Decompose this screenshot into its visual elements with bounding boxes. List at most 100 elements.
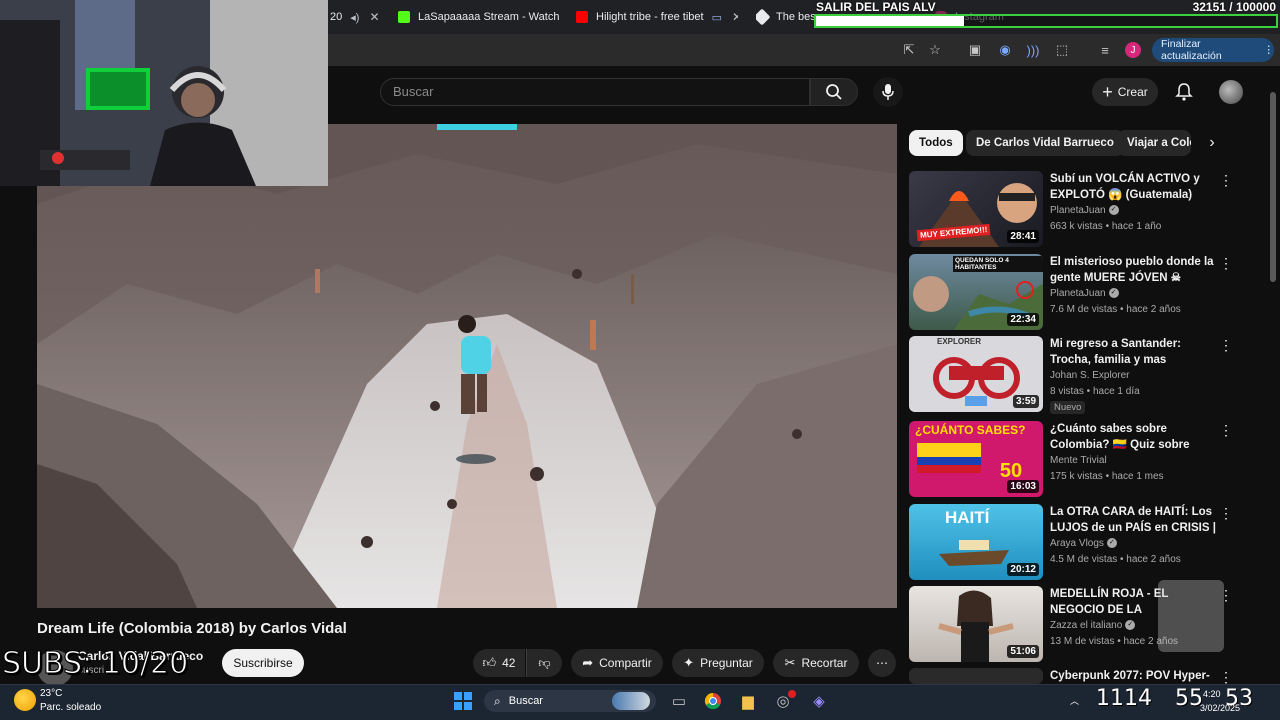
recommendation-title[interactable]: ¿Cuánto sabes sobre Colombia? 🇨🇴 Quiz so… [1050,421,1220,453]
create-button[interactable]: + Crear [1092,78,1158,106]
like-button[interactable]: 👍︎ 42 [473,649,525,677]
search-highlight-image [612,692,650,710]
more-vert-icon[interactable]: ⋮ [1219,336,1233,354]
update-button-label: Finalizar actualización [1161,38,1222,62]
thumbnail-text: QUEDAN SOLO 4 HABITANTES [953,256,1043,272]
read-aloud-icon[interactable]: ))) [1025,42,1041,58]
goal-text: SALIR DEL PAIS ALV [816,0,936,14]
recommendation-item[interactable]: HAITÍ 20:12 La OTRA CARA de HAITÍ: Los L… [909,504,1239,582]
video-thumbnail[interactable]: 51:06 [909,586,1043,662]
recommendation-channel[interactable]: PlanetaJuan ✓ [1050,205,1119,216]
search-icon: ⌕ [494,693,501,708]
microphone-icon [882,84,894,100]
recommendation-title[interactable]: El misterioso pueblo donde la gente MUER… [1050,254,1220,286]
create-label: Crear [1117,85,1148,99]
tab-label: The best [776,11,816,23]
install-app-icon[interactable]: ⇱ [901,42,917,58]
recommendation-item[interactable]: Cyberpunk 2077: POV Hyper- ⋮ [909,668,1239,684]
windows-start-icon[interactable] [452,690,474,712]
more-vert-icon[interactable]: ⋮ [1219,668,1233,684]
recommendation-title[interactable]: Subí un VOLCÁN ACTIVO y EXPLOTÓ 😱 (Guate… [1050,171,1220,203]
search-button[interactable] [810,78,858,106]
bookmark-star-icon[interactable]: ☆ [927,42,943,58]
voice-search-button[interactable] [873,77,903,107]
recommendation-item[interactable]: MUY EXTREMO!!! 28:41 Subí un VOLCÁN ACTI… [909,171,1239,249]
more-vert-icon[interactable]: ⋮ [1219,254,1233,272]
chip-travel[interactable]: Viajar a Colombia [1117,130,1191,156]
profile-avatar[interactable]: J [1125,42,1141,58]
more-actions-button[interactable]: ⋯ [868,649,896,677]
account-avatar[interactable] [1219,80,1243,104]
finish-update-button[interactable]: Finalizar actualización ⋮ [1152,38,1274,62]
overlay-counter-1: 1114 [1096,686,1152,711]
weather-temperature[interactable]: 23°C [40,688,62,699]
recommendation-item[interactable]: 50 ¿CUÁNTO SABES? 16:03 ¿Cuánto sabes so… [909,421,1239,499]
video-thumbnail[interactable]: HAITÍ 20:12 [909,504,1043,580]
recommendation-channel[interactable]: Zazza el italiano ✓ [1050,620,1136,631]
weather-sun-icon[interactable] [14,689,36,711]
tab-kick-stream[interactable]: LaSapaaaaa Stream - Watch ✕ [398,4,560,30]
app-diamond-icon[interactable]: ◈ [808,690,830,712]
recording-dot-icon [788,690,796,698]
media-controls-icon[interactable]: ≡ [1097,42,1113,58]
file-explorer-icon[interactable]: ▆ [737,690,759,712]
subscribe-button[interactable]: Suscribirse [222,649,304,677]
chevron-right-icon[interactable]: › [1204,134,1220,152]
clock-time[interactable]: 4:20 [1203,689,1221,699]
subs-goal-progress-fill [816,16,964,26]
dislike-button[interactable]: 👎︎ [526,649,562,677]
extensions-puzzle-icon[interactable]: ⬚ [1054,42,1070,58]
more-vert-icon[interactable]: ⋮ [1219,504,1233,522]
video-player[interactable] [37,124,897,608]
video-thumbnail[interactable]: QUEDAN SOLO 4 HABITANTES 22:34 [909,254,1043,330]
chip-channel[interactable]: De Carlos Vidal Barrueco [966,130,1124,156]
glass-overlay-decoration [1158,580,1224,652]
recommendation-meta: 4.5 M de vistas • hace 2 años [1050,554,1181,565]
plus-icon: + [1102,82,1113,102]
share-button[interactable]: ➦ Compartir [571,649,663,677]
recommendation-title[interactable]: Cyberpunk 2077: POV Hyper- [1050,668,1220,684]
recommendation-channel[interactable]: Araya Vlogs ✓ [1050,538,1117,549]
search-input[interactable] [380,78,810,106]
tab-label: 20 [330,11,343,23]
clock-date[interactable]: 3/02/2025 [1200,703,1240,713]
video-thumbnail[interactable]: 50 ¿CUÁNTO SABES? 16:03 [909,421,1043,497]
task-view-icon[interactable]: ▭ [668,690,690,712]
kick-icon [398,11,410,23]
overlay-counter-2: 55 [1175,686,1203,711]
weather-description[interactable]: Parc. soleado [40,702,101,713]
video-thumbnail[interactable]: MUY EXTREMO!!! 28:41 [909,171,1043,247]
subs-goal-progress-bar [814,14,1278,28]
recommendation-meta: 7.6 M de vistas • hace 2 años [1050,304,1181,315]
close-tab-icon[interactable]: ✕ [732,10,738,24]
ask-button[interactable]: ✦ Preguntar [672,649,764,677]
tab-hilight-tribe[interactable]: Hilight tribe - free tibet ▭ ✕ [576,4,738,30]
taskbar-search-box[interactable]: ⌕ Buscar [484,690,656,712]
chip-todos[interactable]: Todos [909,130,963,156]
extension-icon[interactable]: ▣ [967,42,983,58]
clip-button[interactable]: ✂ Recortar [773,649,859,677]
recommendation-title[interactable]: La OTRA CARA de HAITÍ: Los LUJOS de un P… [1050,504,1220,536]
recommendation-channel[interactable]: Mente Trivial [1050,455,1107,466]
video-thumbnail[interactable] [909,668,1043,684]
tray-chevron-up-icon[interactable]: ︿ [1070,694,1079,707]
close-tab-icon[interactable]: ✕ [369,10,379,24]
recommendation-item[interactable]: QUEDAN SOLO 4 HABITANTES 22:34 El mister… [909,254,1239,332]
chrome-logo-icon [704,692,721,710]
tab-partial[interactable]: 20 ◂) ✕ [330,4,385,30]
extension-shield-icon[interactable]: ◉ [997,42,1013,58]
tab-label: LaSapaaaaa Stream - Watch [418,11,560,23]
page-scrollbar[interactable] [1270,92,1276,282]
chrome-icon[interactable] [702,690,724,712]
more-vert-icon[interactable]: ⋮ [1219,171,1233,189]
video-thumbnail[interactable]: EXPLORER 3:59 [909,336,1043,412]
notifications-bell-icon[interactable] [1174,82,1194,102]
tab-the-best[interactable]: The best [756,4,816,30]
recommendation-channel[interactable]: PlanetaJuan ✓ [1050,288,1119,299]
recommendation-channel[interactable]: Johan S. Explorer [1050,370,1130,381]
more-vert-icon[interactable]: ⋮ [1219,421,1233,439]
recommendation-title[interactable]: Mi regreso a Santander: Trocha, familia … [1050,336,1220,368]
channel-label: Zazza el italiano [1050,620,1123,631]
thumbnail-text: HAITÍ [945,508,990,527]
recommendation-item[interactable]: EXPLORER 3:59 Mi regreso a Santander: Tr… [909,336,1239,414]
